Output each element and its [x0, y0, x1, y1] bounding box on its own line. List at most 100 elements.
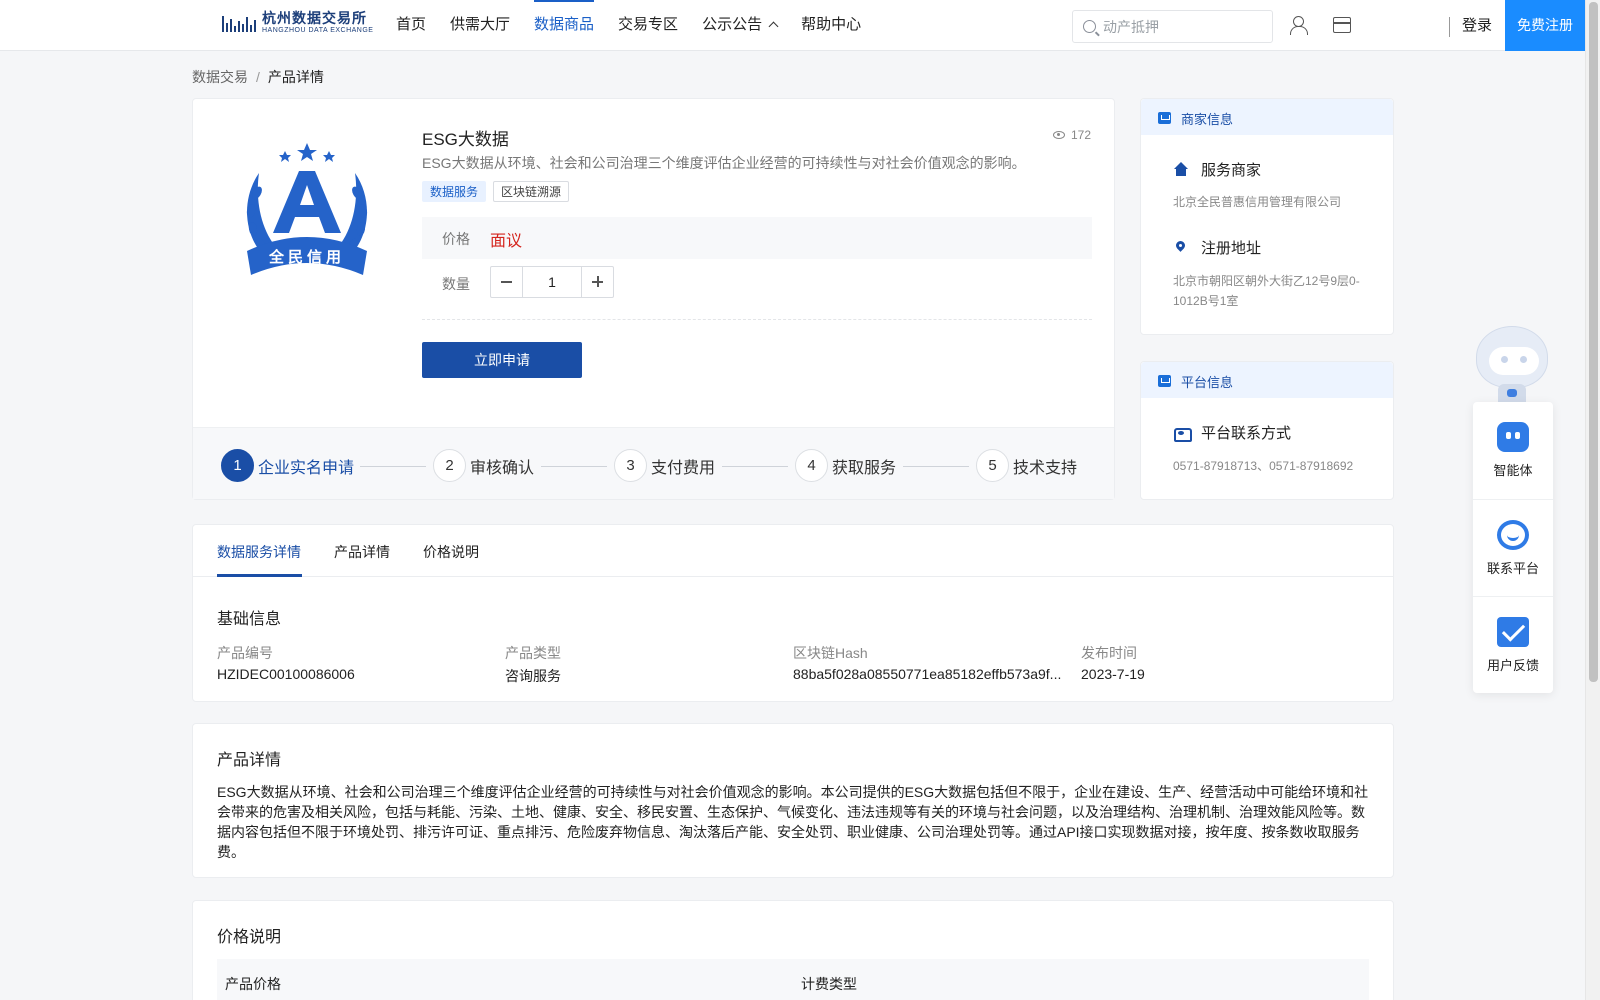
agent-icon	[1497, 422, 1529, 452]
site-logo[interactable]: 杭州数据交易所 HANGZHOU DATA EXCHANGE	[220, 10, 373, 36]
feedback-icon	[1497, 617, 1529, 647]
logo-subtitle: HANGZHOU DATA EXCHANGE	[262, 27, 374, 34]
step-connector	[722, 466, 788, 467]
step-3: 3 支付费用	[614, 449, 715, 482]
scrollbar-thumb[interactable]	[1589, 2, 1598, 682]
service-details-card: 数据服务详情 产品详情 价格说明 基础信息 产品编号 HZIDEC0010008…	[192, 524, 1394, 702]
registered-address-title: 注册地址	[1173, 237, 1261, 258]
search-box	[1072, 10, 1273, 43]
step-2: 2 审核确认	[433, 449, 534, 482]
floating-service-panel: 智能体 联系平台 用户反馈	[1473, 402, 1553, 693]
price-value: 面议	[490, 233, 523, 250]
nav-home[interactable]: 首页	[396, 0, 426, 50]
search-icon[interactable]	[1083, 20, 1096, 33]
breadcrumb: 数据交易 / 产品详情	[192, 67, 324, 87]
register-button[interactable]: 免费注册	[1505, 0, 1585, 51]
main-nav: 首页 供需大厅 数据商品 交易专区 公示公告 帮助中心	[396, 0, 885, 50]
product-card: 全民信用 ESG大数据 172 ESG大数据从环境、社会和公司治理三个维度评估企…	[192, 98, 1115, 500]
tag-blockchain: 区块链溯源	[493, 181, 570, 202]
merchant-info-header: 商家信息	[1141, 99, 1393, 135]
step-label: 技术支持	[1013, 459, 1078, 477]
nav-supply-demand[interactable]: 供需大厅	[450, 0, 510, 50]
step-number: 2	[433, 449, 466, 482]
field-value-blockchain-hash: 88ba5f028a08550771ea85182effb573a9f...	[793, 666, 1062, 682]
product-detail-text: ESG大数据从环境、社会和公司治理三个维度评估企业经营的可持续性与对社会价值观念…	[217, 784, 1369, 860]
shop-icon[interactable]	[1333, 17, 1351, 33]
breadcrumb-root[interactable]: 数据交易	[192, 69, 248, 85]
step-label: 获取服务	[832, 459, 897, 477]
price-row: 价格 面议	[422, 217, 1092, 259]
step-connector	[360, 466, 426, 467]
price-description-card: 价格说明 产品价格 计费类型	[192, 900, 1394, 1000]
step-number: 1	[221, 449, 254, 482]
tab-product-details[interactable]: 产品详情	[334, 542, 390, 562]
registered-address-label: 注册地址	[1201, 240, 1262, 257]
step-5: 5 技术支持	[976, 449, 1077, 482]
step-number: 5	[976, 449, 1009, 482]
active-tab-indicator	[217, 574, 302, 577]
phone-icon	[1173, 425, 1192, 442]
robot-mascot[interactable]	[1474, 326, 1550, 404]
field-label-product-id: 产品编号	[217, 645, 273, 661]
step-connector	[541, 466, 607, 467]
view-count: 172	[1053, 128, 1091, 142]
field-label-publish-date: 发布时间	[1081, 645, 1137, 661]
plus-icon[interactable]	[581, 267, 613, 297]
nav-data-products[interactable]: 数据商品	[534, 0, 595, 50]
monitor-icon	[1158, 375, 1171, 387]
field-value-product-id: HZIDEC00100086006	[217, 666, 355, 682]
top-header: 杭州数据交易所 HANGZHOU DATA EXCHANGE 首页 供需大厅 数…	[0, 0, 1585, 51]
minus-icon[interactable]	[491, 267, 523, 297]
price-table-col-price: 产品价格	[225, 976, 281, 992]
platform-info-title: 平台信息	[1181, 375, 1234, 390]
view-count-value: 172	[1071, 128, 1092, 142]
price-table-col-billing: 计费类型	[801, 976, 857, 992]
search-input[interactable]	[1103, 17, 1263, 37]
user-feedback-button[interactable]: 用户反馈	[1473, 596, 1553, 693]
login-link[interactable]: 登录	[1462, 0, 1492, 51]
field-label-product-type: 产品类型	[505, 645, 561, 661]
tab-service-details[interactable]: 数据服务详情	[217, 542, 301, 562]
product-tags: 数据服务 区块链溯源	[422, 181, 576, 202]
field-value-product-type: 咨询服务	[505, 668, 561, 684]
step-4: 4 获取服务	[795, 449, 896, 482]
service-merchant-title: 服务商家	[1173, 159, 1261, 180]
headset-icon	[1497, 520, 1529, 550]
breadcrumb-current: 产品详情	[267, 69, 324, 85]
contact-platform-button[interactable]: 联系平台	[1473, 499, 1553, 596]
merchant-info-card: 商家信息 服务商家 北京全民普惠信用管理有限公司 注册地址 北京市朝阳区朝外大街…	[1140, 98, 1394, 335]
product-detail-title: 产品详情	[217, 752, 282, 769]
registered-address-value: 北京市朝阳区朝外大街乙12号9层0-1012B号1室	[1173, 274, 1360, 308]
product-detail-card: 产品详情 ESG大数据从环境、社会和公司治理三个维度评估企业经营的可持续性与对社…	[192, 723, 1394, 878]
robot-body	[1498, 384, 1526, 404]
quantity-value[interactable]: 1	[523, 267, 581, 297]
field-value-publish-date: 2023-7-19	[1081, 666, 1145, 682]
agent-label: 智能体	[1493, 463, 1533, 478]
quantity-label: 数量	[442, 276, 470, 292]
nav-help-center[interactable]: 帮助中心	[801, 0, 861, 50]
field-label-blockchain-hash: 区块链Hash	[793, 645, 868, 661]
tag-data-service: 数据服务	[422, 181, 487, 202]
user-icon[interactable]	[1289, 16, 1308, 35]
breadcrumb-separator: /	[256, 69, 260, 85]
logo-icon	[220, 10, 258, 36]
user-feedback-label: 用户反馈	[1486, 658, 1539, 673]
logo-title: 杭州数据交易所	[262, 10, 367, 26]
tab-price-description[interactable]: 价格说明	[423, 542, 479, 562]
service-merchant-label: 服务商家	[1201, 162, 1262, 179]
header-divider	[1449, 17, 1450, 37]
merchant-info-title: 商家信息	[1181, 112, 1234, 127]
step-label: 审核确认	[470, 459, 535, 477]
product-title: ESG大数据	[422, 130, 509, 149]
nav-announcements[interactable]: 公示公告	[702, 0, 779, 50]
agent-button[interactable]: 智能体	[1473, 402, 1553, 499]
store-icon	[1158, 112, 1171, 124]
apply-button[interactable]: 立即申请	[422, 342, 582, 378]
nav-announcements-label: 公示公告	[702, 16, 763, 33]
nav-trading-zone[interactable]: 交易专区	[618, 0, 678, 50]
step-connector	[903, 466, 969, 467]
location-pin-icon	[1173, 240, 1189, 256]
page-scrollbar[interactable]	[1585, 0, 1600, 1000]
step-number: 3	[614, 449, 647, 482]
step-number: 4	[795, 449, 828, 482]
